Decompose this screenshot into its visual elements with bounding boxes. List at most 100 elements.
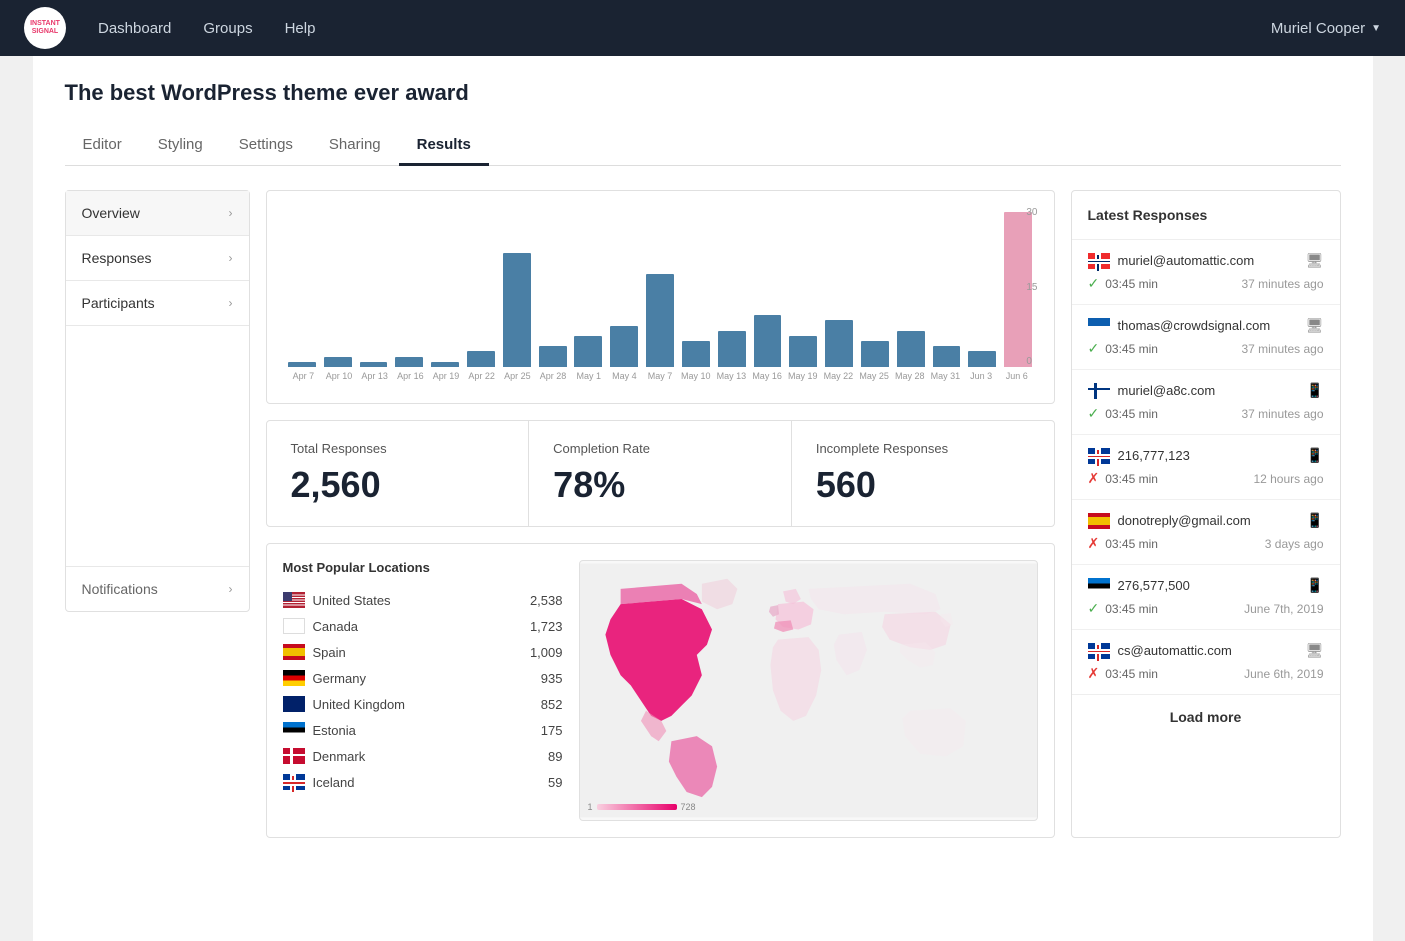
flag-gr-icon <box>1088 318 1110 334</box>
chart-x-label: Apr 13 <box>358 371 392 381</box>
status-ok-icon: ✓ <box>1088 600 1100 617</box>
chart-bar[interactable] <box>360 362 388 367</box>
response-time: 03:45 min <box>1105 407 1158 421</box>
sidebar-item-overview[interactable]: Overview › <box>66 191 249 236</box>
nav-groups[interactable]: Groups <box>203 20 252 37</box>
location-count: 1,723 <box>530 619 563 634</box>
chart-x-label: May 10 <box>679 371 713 381</box>
bar-group <box>392 207 427 367</box>
chart-x-label: May 7 <box>643 371 677 381</box>
chart-bar[interactable] <box>431 362 459 367</box>
flag-ee-icon <box>1088 578 1110 594</box>
tab-sharing[interactable]: Sharing <box>311 126 399 166</box>
location-count: 59 <box>548 775 562 790</box>
chart-bar[interactable] <box>968 351 996 367</box>
map-legend-bar <box>597 804 677 810</box>
chart-x-label: Apr 25 <box>501 371 535 381</box>
main-content: Overview › Responses › Participants › No… <box>65 190 1341 838</box>
flag-fi-icon <box>1088 383 1110 399</box>
chart-bar[interactable] <box>503 253 531 367</box>
chart-x-label: Apr 22 <box>465 371 499 381</box>
location-name: Iceland <box>313 775 541 790</box>
tabs-bar: Editor Styling Settings Sharing Results <box>65 126 1341 166</box>
status-err-icon: ✗ <box>1088 470 1100 487</box>
nav-help[interactable]: Help <box>285 20 316 37</box>
response-email: cs@automattic.com <box>1118 643 1298 658</box>
chart-bar[interactable] <box>610 326 638 367</box>
chart-bar[interactable] <box>861 341 889 367</box>
chart-x-label: Jun 3 <box>964 371 998 381</box>
chart-bar[interactable] <box>825 320 853 367</box>
response-item: 216,777,123 📱 ✗ 03:45 min 12 hours ago <box>1072 435 1340 500</box>
response-item: donotreply@gmail.com 📱 ✗ 03:45 min 3 day… <box>1072 500 1340 565</box>
status-ok-icon: ✓ <box>1088 275 1100 292</box>
locations-section: Most Popular Locations United States 2,5… <box>266 543 1055 838</box>
response-email: muriel@a8c.com <box>1118 383 1299 398</box>
chart-bar[interactable] <box>324 357 352 367</box>
chart-bar[interactable] <box>718 331 746 367</box>
flag-ee-icon <box>283 722 305 738</box>
chart-bar[interactable] <box>467 351 495 367</box>
sidebar: Overview › Responses › Participants › No… <box>65 190 250 612</box>
bar-group <box>714 207 749 367</box>
location-item: Iceland 59 <box>283 769 563 795</box>
latest-responses-title: Latest Responses <box>1072 191 1340 240</box>
tab-editor[interactable]: Editor <box>65 126 140 166</box>
location-item: Germany 935 <box>283 665 563 691</box>
nav-dashboard[interactable]: Dashboard <box>98 20 171 37</box>
response-email: muriel@automattic.com <box>1118 253 1298 268</box>
chart-x-label: May 22 <box>822 371 856 381</box>
sidebar-item-participants[interactable]: Participants › <box>66 281 249 326</box>
chart-bar[interactable] <box>897 331 925 367</box>
tab-styling[interactable]: Styling <box>140 126 221 166</box>
status-ok-icon: ✓ <box>1088 405 1100 422</box>
bar-group <box>320 207 355 367</box>
chart-bar[interactable] <box>395 357 423 367</box>
chart-bar[interactable] <box>754 315 782 367</box>
bar-group <box>535 207 570 367</box>
nav-links: Dashboard Groups Help <box>98 20 1271 37</box>
tab-settings[interactable]: Settings <box>221 126 311 166</box>
chart-bar[interactable] <box>288 362 316 367</box>
chevron-down-icon: ▼ <box>1371 23 1381 34</box>
device-icon: 📱 <box>1306 447 1323 464</box>
locations-title: Most Popular Locations <box>283 560 563 575</box>
load-more-button[interactable]: Load more <box>1072 694 1340 739</box>
chart-x-label: May 13 <box>715 371 749 381</box>
chart-x-label: Apr 7 <box>287 371 321 381</box>
chart-x-label: May 31 <box>929 371 963 381</box>
location-name: Spain <box>313 645 522 660</box>
response-item: cs@automattic.com 🖥 ✗ 03:45 min June 6th… <box>1072 630 1340 694</box>
bar-group <box>607 207 642 367</box>
chart-bar[interactable] <box>682 341 710 367</box>
chart-card: 30 15 0 Apr 7Apr 10Apr 13Apr 16Apr 19Apr… <box>266 190 1055 404</box>
flag-is-icon <box>283 774 305 790</box>
flag-gb-icon <box>283 696 305 712</box>
sidebar-item-notifications[interactable]: Notifications › <box>66 566 249 611</box>
status-ok-icon: ✓ <box>1088 340 1100 357</box>
location-name: Germany <box>313 671 533 686</box>
chart-bar[interactable] <box>539 346 567 367</box>
chart-bar[interactable] <box>646 274 674 367</box>
chart-x-label: Jun 6 <box>1000 371 1034 381</box>
response-email: 216,777,123 <box>1118 448 1299 463</box>
location-item: Spain 1,009 <box>283 639 563 665</box>
page-content: The best WordPress theme ever award Edit… <box>33 56 1373 941</box>
device-icon: 📱 <box>1306 577 1323 594</box>
sidebar-item-responses[interactable]: Responses › <box>66 236 249 281</box>
bar-group <box>786 207 821 367</box>
chart-x-axis: Apr 7Apr 10Apr 13Apr 16Apr 19Apr 22Apr 2… <box>283 367 1038 381</box>
chart-bar[interactable] <box>574 336 602 367</box>
tab-results[interactable]: Results <box>399 126 489 166</box>
response-ago: June 6th, 2019 <box>1244 667 1323 681</box>
bar-group <box>428 207 463 367</box>
response-ago: 37 minutes ago <box>1241 407 1323 421</box>
chart-bar[interactable] <box>933 346 961 367</box>
logo[interactable]: INSTANT SIGNAL <box>24 7 66 49</box>
nav-user-menu[interactable]: Muriel Cooper ▼ <box>1271 20 1381 37</box>
chart-bar[interactable] <box>789 336 817 367</box>
bar-group <box>929 207 964 367</box>
location-name: Canada <box>313 619 522 634</box>
status-err-icon: ✗ <box>1088 665 1100 682</box>
response-item: muriel@a8c.com 📱 ✓ 03:45 min 37 minutes … <box>1072 370 1340 435</box>
